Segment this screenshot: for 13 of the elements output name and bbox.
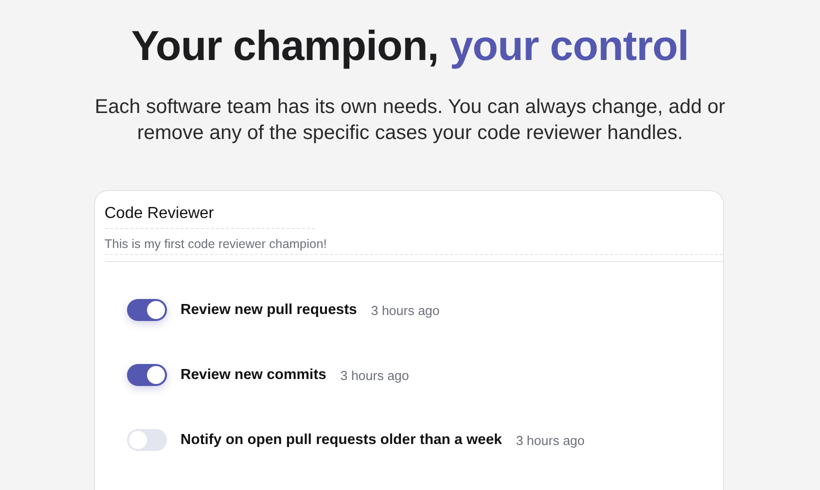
case-toggle[interactable] [126,299,166,321]
case-toggle[interactable] [126,429,166,451]
case-label: Notify on open pull requests older than a week [180,432,502,448]
reviewer-name-field[interactable]: Code Reviewer [104,205,314,229]
case-label: Review new commits [180,367,326,383]
page-heading: Your champion, your control [131,22,689,70]
case-toggle[interactable] [126,364,166,386]
case-label: Review new pull requests [180,302,357,318]
reviewer-description-field[interactable]: This is my first code reviewer champion! [104,237,722,255]
page-subtitle: Each software team has its own needs. You can always change, add or remove any of the specific cases your code reviewer handles. [94,95,726,146]
case-timestamp: 3 hours ago [340,368,410,382]
case-timestamp: 3 hours ago [370,302,440,318]
case-timestamp: 3 hours ago [516,432,585,448]
